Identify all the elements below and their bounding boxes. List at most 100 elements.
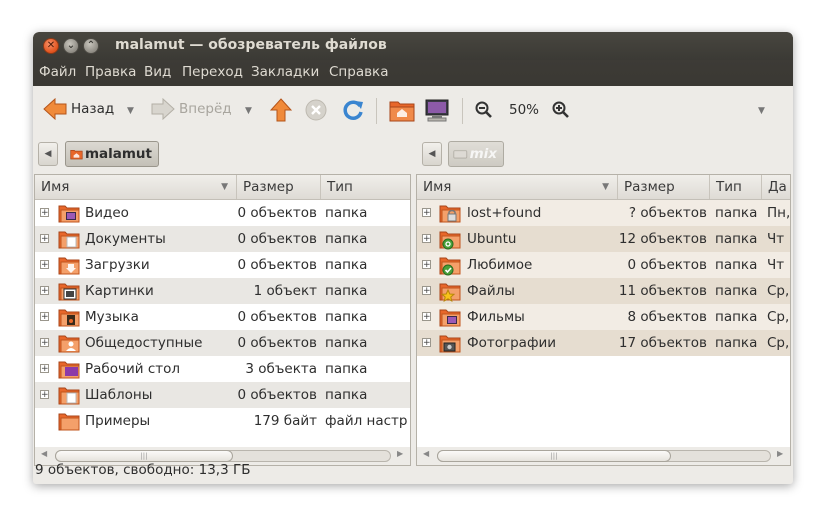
toolbar: Назад ▼ Вперёд ▼ 50% ▼ bbox=[33, 86, 793, 134]
file-type: папка bbox=[715, 231, 758, 247]
file-type: папка bbox=[325, 231, 368, 247]
file-icon-wrap bbox=[58, 356, 82, 382]
file-type: папка bbox=[715, 309, 758, 325]
home-folder-icon[interactable] bbox=[389, 98, 415, 122]
column-size[interactable]: Размер bbox=[237, 175, 321, 199]
forward-history-dropdown[interactable]: ▼ bbox=[245, 106, 252, 116]
menu-view[interactable]: Вид bbox=[144, 64, 171, 80]
column-date[interactable]: Да bbox=[762, 175, 790, 199]
scroll-left-icon[interactable]: ◀ bbox=[423, 449, 429, 458]
file-type: папка bbox=[325, 387, 368, 403]
music-folder-icon bbox=[58, 309, 80, 327]
expand-toggle[interactable]: + bbox=[40, 390, 49, 400]
table-row[interactable]: + lost+found ? объектов папка Пн, bbox=[417, 200, 790, 226]
file-type: папка bbox=[715, 335, 758, 351]
table-row[interactable]: + Любимое 0 объектов папка Чт bbox=[417, 252, 790, 278]
column-name[interactable]: Имя ▼ bbox=[417, 175, 618, 199]
file-icon-wrap bbox=[439, 278, 463, 304]
menu-go[interactable]: Переход bbox=[182, 64, 243, 80]
expand-toggle[interactable]: + bbox=[422, 208, 431, 218]
right-horizontal-scrollbar[interactable]: ◀ ||| ▶ bbox=[417, 447, 790, 465]
scroll-right-icon[interactable]: ▶ bbox=[777, 449, 783, 458]
menu-help[interactable]: Справка bbox=[329, 64, 388, 80]
expand-toggle[interactable]: + bbox=[422, 312, 431, 322]
expand-toggle[interactable]: + bbox=[422, 338, 431, 348]
file-date: Чт bbox=[767, 257, 785, 273]
menu-file[interactable]: Файл bbox=[39, 64, 76, 80]
file-name: Ubuntu bbox=[467, 231, 517, 247]
right-file-list[interactable]: Имя ▼ Размер Тип Да + lost+found ? объекто… bbox=[416, 174, 791, 466]
table-row[interactable]: + Рабочий стол 3 объекта папка bbox=[35, 356, 410, 382]
titlebar[interactable]: ✕ ⌄ ⌃ malamut — обозреватель файлов bbox=[33, 32, 793, 60]
home-folder-icon bbox=[70, 150, 83, 160]
file-size: 179 байт bbox=[253, 413, 317, 429]
file-size: 11 объектов bbox=[618, 283, 707, 299]
expand-toggle[interactable]: + bbox=[40, 208, 49, 218]
scroll-left-icon[interactable]: ◀ bbox=[41, 449, 47, 458]
expand-toggle[interactable]: + bbox=[422, 260, 431, 270]
scroll-right-icon[interactable]: ▶ bbox=[397, 449, 403, 458]
right-scroll-thumb[interactable]: ||| bbox=[437, 450, 671, 462]
table-row[interactable]: + Видео 0 объектов папка bbox=[35, 200, 410, 226]
forward-button[interactable]: Вперёд bbox=[151, 98, 232, 120]
minimize-button[interactable]: ⌄ bbox=[63, 38, 79, 54]
column-name[interactable]: Имя ▼ bbox=[35, 175, 237, 199]
maximize-icon: ⌃ bbox=[86, 40, 96, 51]
expand-toggle[interactable]: + bbox=[40, 286, 49, 296]
table-row[interactable]: + Загрузки 0 объектов папка bbox=[35, 252, 410, 278]
table-row[interactable]: + Файлы 11 объектов папка Ср, bbox=[417, 278, 790, 304]
expand-toggle[interactable]: + bbox=[40, 260, 49, 270]
table-row[interactable]: + Картинки 1 объект папка bbox=[35, 278, 410, 304]
maximize-button[interactable]: ⌃ bbox=[83, 38, 99, 54]
column-type[interactable]: Тип bbox=[321, 175, 410, 199]
file-manager-window: ✕ ⌄ ⌃ malamut — обозреватель файлов Файл… bbox=[33, 32, 793, 484]
left-path-back-button[interactable]: ◀ bbox=[38, 142, 58, 166]
back-button[interactable]: Назад bbox=[43, 98, 114, 120]
left-path-crumb[interactable]: malamut bbox=[65, 141, 159, 167]
expand-toggle[interactable]: + bbox=[40, 312, 49, 322]
computer-icon[interactable] bbox=[424, 98, 450, 122]
expand-toggle[interactable]: + bbox=[40, 234, 49, 244]
zoom-level: 50% bbox=[509, 102, 540, 118]
expand-toggle[interactable]: + bbox=[422, 234, 431, 244]
zoom-in-icon[interactable] bbox=[552, 101, 570, 119]
table-row[interactable]: + Ubuntu 12 объектов папка Чт bbox=[417, 226, 790, 252]
right-path-crumb[interactable]: mix bbox=[448, 141, 504, 167]
expand-toggle[interactable]: + bbox=[40, 338, 49, 348]
file-icon-wrap bbox=[58, 278, 82, 304]
table-row[interactable]: + Документы 0 объектов папка bbox=[35, 226, 410, 252]
file-size: 12 объектов bbox=[618, 231, 707, 247]
table-row[interactable]: + Фильмы 8 объектов папка Ср, bbox=[417, 304, 790, 330]
back-label: Назад bbox=[71, 101, 115, 117]
expand-toggle[interactable]: + bbox=[422, 286, 431, 296]
table-row[interactable]: + Общедоступные 0 объектов папка bbox=[35, 330, 410, 356]
column-type[interactable]: Тип bbox=[710, 175, 762, 199]
column-type-label: Тип bbox=[716, 179, 742, 195]
close-button[interactable]: ✕ bbox=[43, 38, 59, 54]
file-size: 0 объектов bbox=[237, 205, 317, 221]
file-name: Фотографии bbox=[467, 335, 557, 351]
zoom-out-icon[interactable] bbox=[475, 101, 493, 119]
reload-icon[interactable] bbox=[341, 98, 365, 122]
file-icon-wrap bbox=[439, 252, 463, 278]
up-arrow-icon[interactable] bbox=[270, 98, 292, 122]
file-icon-wrap bbox=[58, 408, 82, 434]
file-name: Файлы bbox=[467, 283, 515, 299]
table-row[interactable]: Примеры 179 байт файл настр bbox=[35, 408, 410, 434]
menu-bookmarks[interactable]: Закладки bbox=[251, 64, 319, 80]
expand-toggle[interactable]: + bbox=[40, 364, 49, 374]
stop-icon[interactable] bbox=[305, 99, 327, 121]
back-history-dropdown[interactable]: ▼ bbox=[127, 106, 134, 116]
column-size[interactable]: Размер bbox=[618, 175, 710, 199]
table-row[interactable]: + Музыка 0 объектов папка bbox=[35, 304, 410, 330]
toolbar-overflow-dropdown[interactable]: ▼ bbox=[758, 106, 765, 116]
column-size-label: Размер bbox=[243, 179, 294, 195]
left-file-list[interactable]: Имя ▼ Размер Тип + Видео 0 объектов папка + Д… bbox=[34, 174, 411, 466]
table-row[interactable]: + Шаблоны 0 объектов папка bbox=[35, 382, 410, 408]
templates-folder-icon bbox=[58, 387, 80, 405]
file-icon-wrap bbox=[58, 200, 82, 226]
table-row[interactable]: + Фотографии 17 объектов папка Ср, bbox=[417, 330, 790, 356]
right-path-back-button[interactable]: ◀ bbox=[422, 142, 442, 166]
left-scroll-thumb[interactable]: ||| bbox=[55, 450, 233, 462]
menu-edit[interactable]: Правка bbox=[85, 64, 136, 80]
